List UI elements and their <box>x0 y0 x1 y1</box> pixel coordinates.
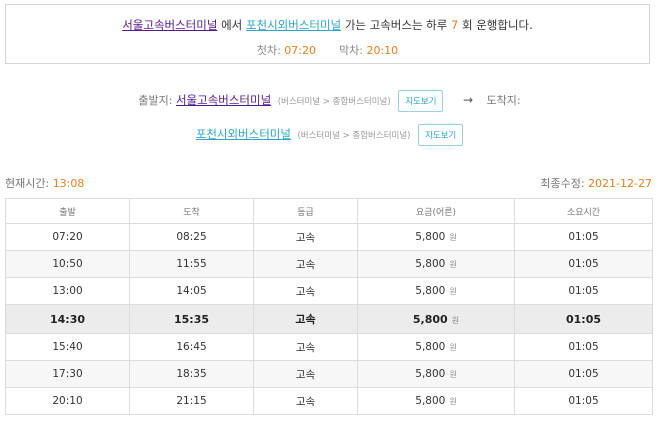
table-row: 20:10 21:15 고속 5,800 원 01:05 <box>5 387 653 415</box>
last-updated-label: 최종수정: <box>540 177 585 190</box>
bus-grade: 고속 <box>253 387 358 415</box>
departure-time: 13:00 <box>5 277 130 305</box>
arrival-time: 14:05 <box>129 277 254 305</box>
fare: 5,800 원 <box>357 250 515 278</box>
run-count: 7 <box>451 18 459 32</box>
schedule-table: 출발 도착 등급 요금(어른) 소요시간 07:20 08:25 고속 5,80… <box>5 198 653 415</box>
departure-time: 10:50 <box>5 250 130 278</box>
bus-grade: 고속 <box>253 304 358 334</box>
arrival-time: 18:35 <box>129 360 254 388</box>
route-destination-link[interactable]: 포천시외버스터미널 <box>196 127 291 141</box>
current-time: 현재시간: 13:08 <box>5 175 84 191</box>
origin-label: 출발지: <box>138 94 173 107</box>
duration: 01:05 <box>514 304 653 334</box>
departure-time: 17:30 <box>5 360 130 388</box>
header-fare: 요금(어른) <box>357 198 515 224</box>
fare: 5,800 원 <box>357 304 515 334</box>
table-row: 07:20 08:25 고속 5,800 원 01:05 <box>5 223 653 251</box>
duration: 01:05 <box>514 387 653 415</box>
current-time-label: 현재시간: <box>5 177 50 190</box>
departure-time: 15:40 <box>5 333 130 361</box>
route-origin-link[interactable]: 서울고속버스터미널 <box>176 93 271 107</box>
fare: 5,800 원 <box>357 360 515 388</box>
arrival-time: 16:45 <box>129 333 254 361</box>
duration: 01:05 <box>514 277 653 305</box>
table-row-current: 14:30 15:35 고속 5,800 원 01:05 <box>5 304 653 334</box>
departure-time: 14:30 <box>5 304 130 334</box>
bus-grade: 고속 <box>253 360 358 388</box>
fare: 5,800 원 <box>357 277 515 305</box>
bus-grade: 고속 <box>253 250 358 278</box>
header-arrival: 도착 <box>129 198 254 224</box>
fare: 5,800 원 <box>357 333 515 361</box>
header-departure: 출발 <box>5 198 130 224</box>
last-updated-value: 2021-12-27 <box>588 177 652 190</box>
header-duration: 소요시간 <box>514 198 653 224</box>
summary-box: 서울고속버스터미널 에서 포천시외버스터미널 가는 고속버스는 하루 7 회 운… <box>5 4 650 64</box>
bus-grade: 고속 <box>253 223 358 251</box>
destination-link[interactable]: 포천시외버스터미널 <box>246 18 341 32</box>
table-row: 15:40 16:45 고속 5,800 원 01:05 <box>5 333 653 361</box>
bus-grade: 고속 <box>253 333 358 361</box>
table-row: 10:50 11:55 고속 5,800 원 01:05 <box>5 250 653 278</box>
destination-label: 도착지: <box>486 94 521 107</box>
arrival-time: 08:25 <box>129 223 254 251</box>
route-destination-row: 포천시외버스터미널 (버스터미널 > 종합버스터미널) 지도보기 <box>0 124 659 146</box>
departure-time: 20:10 <box>5 387 130 415</box>
arrow-right-icon: → <box>462 93 474 107</box>
first-bus-time: 07:20 <box>284 44 316 57</box>
current-time-value: 13:08 <box>52 177 85 190</box>
departure-time: 07:20 <box>5 223 130 251</box>
table-header-row: 출발 도착 등급 요금(어른) 소요시간 <box>5 198 653 224</box>
duration: 01:05 <box>514 250 653 278</box>
destination-map-button[interactable]: 지도보기 <box>417 124 464 146</box>
arrival-time: 15:35 <box>129 304 254 334</box>
bus-grade: 고속 <box>253 277 358 305</box>
duration: 01:05 <box>514 360 653 388</box>
destination-category: (버스터미널 > 종합버스터미널) <box>297 131 411 141</box>
origin-map-button[interactable]: 지도보기 <box>398 90 444 112</box>
last-bus-label: 막차: <box>339 44 363 57</box>
arrival-time: 11:55 <box>129 250 254 278</box>
origin-link[interactable]: 서울고속버스터미널 <box>122 18 217 32</box>
duration: 01:05 <box>514 333 653 361</box>
first-last-times: 첫차: 07:20 막차: 20:10 <box>6 42 649 58</box>
header-grade: 등급 <box>253 198 358 224</box>
summary-sentence: 서울고속버스터미널 에서 포천시외버스터미널 가는 고속버스는 하루 7 회 운… <box>6 17 649 33</box>
first-bus-label: 첫차: <box>256 44 281 57</box>
fare: 5,800 원 <box>357 387 515 415</box>
last-updated: 최종수정: 2021-12-27 <box>540 175 652 191</box>
last-bus-time: 20:10 <box>366 44 399 57</box>
duration: 01:05 <box>514 223 653 251</box>
origin-category: (버스터미널 > 종합버스터미널) <box>277 97 391 107</box>
runs-end-text: 회 운행합니다. <box>461 18 533 32</box>
route-origin-row: 출발지: 서울고속버스터미널 (버스터미널 > 종합버스터미널) 지도보기 → … <box>0 90 659 112</box>
arrival-time: 21:15 <box>129 387 254 415</box>
table-row: 13:00 14:05 고속 5,800 원 01:05 <box>5 277 653 305</box>
particle-from: 에서 <box>221 18 243 32</box>
table-row: 17:30 18:35 고속 5,800 원 01:05 <box>5 360 653 388</box>
fare: 5,800 원 <box>357 223 515 251</box>
runs-text: 가는 고속버스는 하루 <box>344 18 448 32</box>
